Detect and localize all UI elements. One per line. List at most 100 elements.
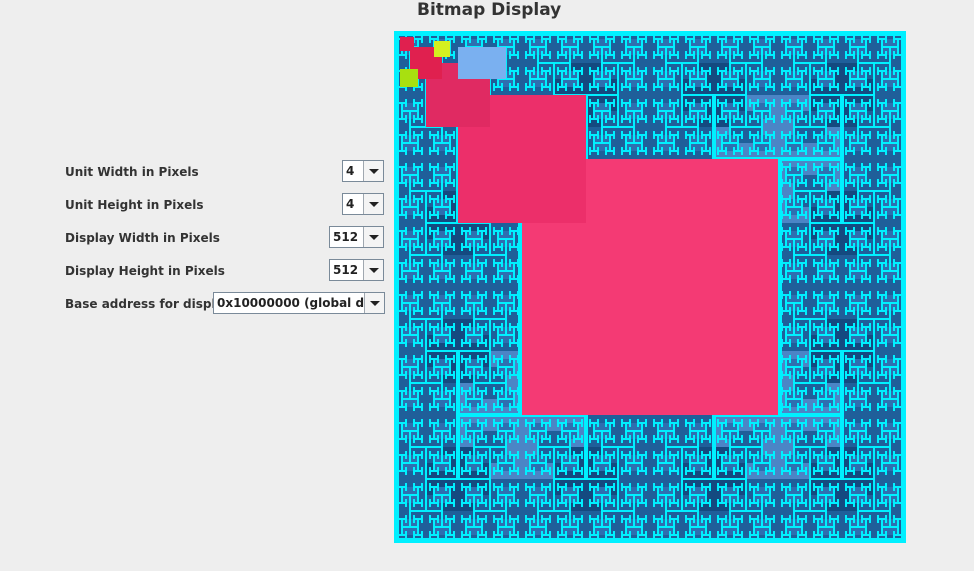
cyan-line	[653, 147, 655, 155]
cyan-line	[830, 422, 838, 424]
cyan-line	[733, 35, 735, 43]
cyan-line	[437, 131, 439, 139]
cyan-line	[837, 419, 839, 427]
cyan-line	[405, 435, 407, 443]
cyan-line	[505, 367, 507, 399]
cyan-line	[605, 531, 607, 539]
cyan-line	[885, 515, 887, 523]
cyan-line	[733, 51, 735, 59]
cyan-line	[445, 163, 447, 171]
cyan-line	[462, 278, 470, 280]
cyan-line	[561, 519, 563, 535]
cyan-line	[413, 483, 415, 491]
cyan-line	[853, 387, 855, 395]
cyan-line	[721, 487, 723, 503]
cyan-line	[445, 291, 447, 299]
cyan-line	[402, 430, 418, 432]
cyan-line	[654, 502, 662, 504]
cyan-line	[833, 135, 835, 151]
chevron-down-icon[interactable]	[363, 260, 383, 280]
cyan-line	[461, 339, 463, 347]
cyan-line	[814, 182, 822, 184]
cyan-line	[877, 387, 879, 395]
display-width-select[interactable]: 512	[329, 226, 384, 248]
cyan-line	[437, 211, 439, 219]
cyan-line	[465, 231, 467, 247]
cyan-line	[869, 291, 871, 299]
cyan-line	[565, 67, 567, 75]
cyan-line	[626, 110, 642, 112]
cyan-line	[413, 531, 415, 539]
cyan-line	[402, 270, 418, 272]
cyan-line	[821, 451, 823, 459]
cyan-line	[818, 494, 834, 496]
chevron-down-icon[interactable]	[364, 293, 384, 313]
cyan-line	[814, 70, 822, 72]
cyan-line	[786, 430, 802, 432]
cyan-line	[709, 467, 711, 475]
chevron-down-icon[interactable]	[363, 227, 383, 247]
cyan-line	[494, 262, 502, 264]
cyan-line	[893, 115, 895, 123]
cyan-line	[446, 198, 454, 200]
cyan-line	[653, 515, 655, 523]
cyan-line	[894, 134, 902, 136]
cyan-line	[877, 195, 879, 203]
cyan-line	[510, 262, 518, 264]
cyan-line	[494, 294, 502, 296]
cyan-line	[818, 462, 834, 464]
cyan-line	[421, 419, 423, 427]
chevron-down-icon[interactable]	[363, 194, 383, 214]
cyan-line	[661, 115, 663, 123]
base-address-select[interactable]: 0x10000000 (global data)	[213, 292, 385, 314]
cyan-line	[409, 111, 411, 143]
cyan-line	[621, 35, 623, 43]
cyan-line	[497, 263, 499, 279]
cyan-line	[877, 339, 879, 347]
cyan-line	[577, 39, 579, 55]
cyan-line	[853, 531, 855, 539]
cyan-line	[785, 263, 787, 279]
display-height-select[interactable]: 512	[329, 259, 384, 281]
cyan-line	[430, 534, 438, 536]
cyan-line	[541, 531, 543, 539]
cyan-line	[609, 135, 611, 151]
cyan-line	[574, 502, 582, 504]
cyan-line	[693, 83, 695, 91]
cyan-line	[797, 147, 799, 155]
cyan-line	[409, 431, 411, 463]
cyan-line	[833, 71, 835, 87]
cyan-line	[881, 71, 883, 87]
cyan-line	[749, 35, 751, 43]
chevron-down-icon[interactable]	[363, 161, 383, 181]
cyan-line	[477, 483, 479, 491]
cyan-line	[414, 198, 422, 200]
cyan-line	[817, 519, 819, 535]
unit-height-select[interactable]: 4	[342, 193, 384, 215]
cyan-line	[861, 515, 863, 523]
cyan-line	[474, 510, 506, 512]
cyan-line	[590, 502, 598, 504]
unit-width-select[interactable]: 4	[342, 160, 384, 182]
cyan-line	[638, 454, 646, 456]
cyan-line	[882, 302, 898, 304]
cyan-line	[845, 467, 847, 475]
cyan-line	[821, 499, 823, 507]
cyan-line	[622, 38, 630, 40]
cyan-line	[474, 318, 506, 320]
cyan-line	[429, 227, 431, 235]
cyan-line	[789, 227, 791, 235]
cyan-line	[622, 502, 630, 504]
cyan-line	[761, 495, 763, 527]
cyan-line	[605, 35, 607, 43]
cyan-line	[862, 422, 870, 424]
cyan-line	[581, 67, 583, 75]
cyan-line	[869, 387, 871, 395]
cyan-line	[421, 99, 423, 107]
cyan-line	[606, 86, 614, 88]
cyan-line	[829, 499, 831, 507]
cyan-line	[485, 339, 487, 347]
cyan-line	[429, 483, 431, 491]
cyan-line	[814, 134, 822, 136]
cyan-line	[689, 103, 691, 119]
